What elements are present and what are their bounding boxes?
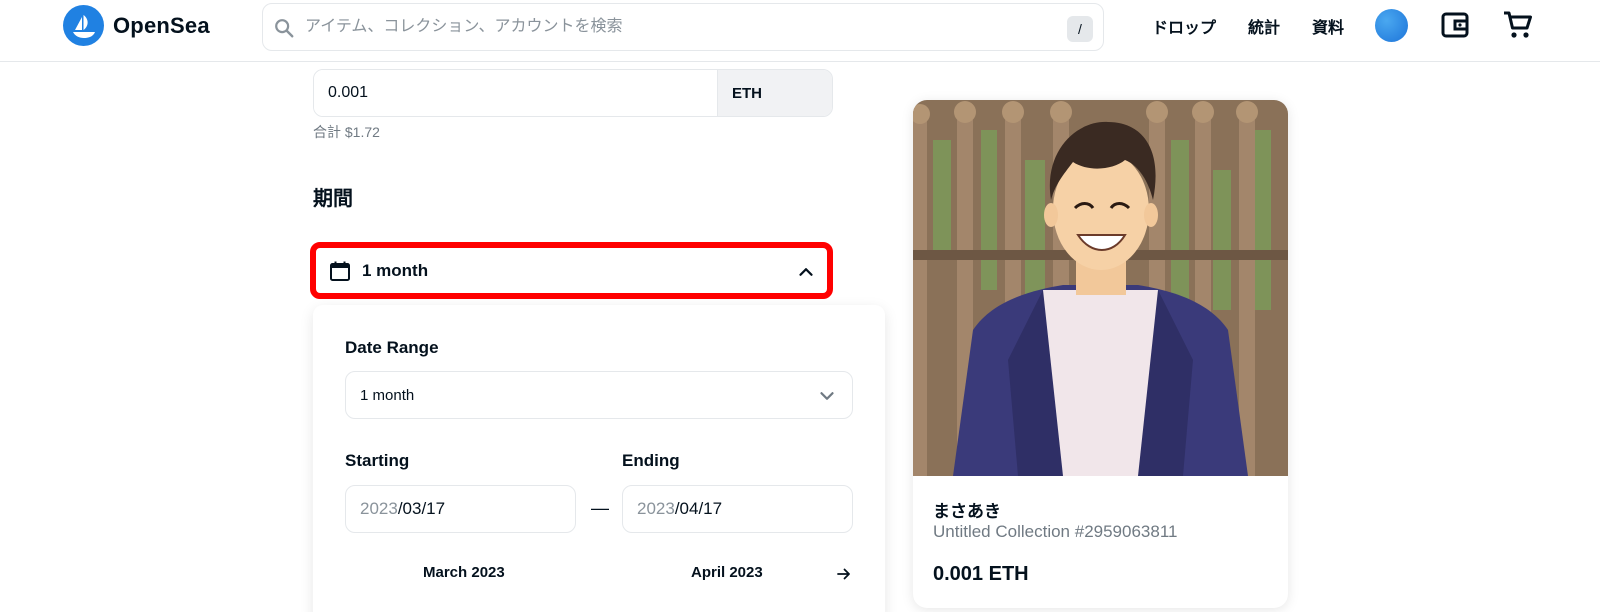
starting-label: Starting (345, 451, 410, 470)
ending-label: Ending (622, 451, 680, 470)
search-bar[interactable]: / (262, 3, 1104, 51)
brand-logo[interactable]: OpenSea (63, 5, 210, 46)
opensea-logo-icon (63, 5, 104, 46)
wallet-icon[interactable] (1440, 10, 1470, 40)
nft-preview-card[interactable]: まさあき Untitled Collection #2959063811 0.0… (913, 100, 1288, 608)
chevron-down-icon (820, 392, 834, 400)
nft-owner: まさあき (933, 502, 1001, 521)
nft-collection: Untitled Collection #2959063811 (933, 522, 1178, 541)
profile-avatar[interactable] (1375, 9, 1408, 42)
top-nav-bar: OpenSea / ドロップ 統計 資料 (0, 0, 1600, 62)
chevron-up-icon (799, 268, 813, 276)
ending-date-input[interactable]: 2023/04/17 (622, 485, 853, 533)
starting-month-day: /03/17 (397, 499, 446, 518)
price-input[interactable] (314, 70, 717, 116)
date-separator: — (591, 498, 609, 518)
starting-date-input[interactable]: 2023/03/17 (345, 485, 576, 533)
nft-image (913, 100, 1288, 476)
date-range-label: Date Range (345, 338, 439, 357)
calendar-month-right: April 2023 (691, 564, 763, 581)
price-field[interactable]: ETH (313, 69, 833, 117)
search-shortcut-key: / (1067, 16, 1093, 42)
calendar-icon (330, 261, 350, 281)
date-range-select[interactable]: 1 month (345, 371, 853, 419)
currency-label: ETH (717, 70, 832, 116)
arrow-right-icon[interactable] (835, 565, 853, 583)
price-total: 合計 $1.72 (313, 124, 380, 140)
duration-value: 1 month (362, 260, 429, 280)
duration-section-title: 期間 (313, 188, 353, 210)
duration-dropdown-button[interactable]: 1 month (310, 242, 833, 299)
starting-year: 2023 (360, 499, 398, 518)
calendar-month-left: March 2023 (423, 564, 505, 581)
cart-icon[interactable] (1502, 9, 1534, 41)
search-icon (275, 19, 294, 38)
brand-name: OpenSea (113, 12, 210, 38)
nav-drops[interactable]: ドロップ (1152, 14, 1216, 38)
search-input[interactable] (305, 4, 1005, 50)
nft-price: 0.001 ETH (933, 563, 1029, 585)
ending-month-day: /04/17 (674, 499, 723, 518)
nav-stats[interactable]: 統計 (1248, 14, 1280, 38)
nav-resources[interactable]: 資料 (1312, 14, 1344, 38)
ending-year: 2023 (637, 499, 675, 518)
duration-panel: Date Range 1 month Starting Ending 2023/… (313, 305, 885, 612)
date-range-value: 1 month (360, 386, 415, 404)
